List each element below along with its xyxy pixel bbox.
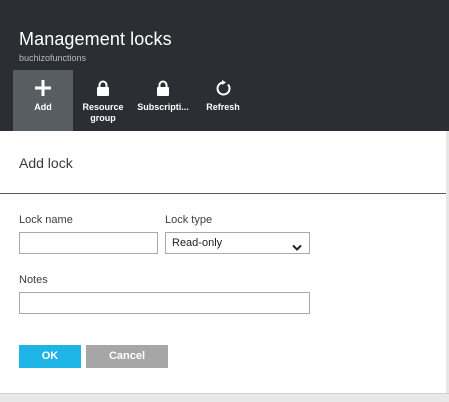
- resource-group-command-label-2: group: [90, 113, 116, 123]
- panel-title: Add lock: [19, 155, 73, 171]
- blade-header: Management locks buchizofunctions Add Re…: [0, 0, 449, 131]
- blade-title: Management locks: [19, 29, 172, 49]
- add-lock-panel: Add lock Lock name Lock type Read-only N…: [0, 131, 449, 393]
- lock-type-label: Lock type: [165, 214, 213, 226]
- cancel-button[interactable]: Cancel: [86, 345, 168, 368]
- lock-type-value: Read-only: [172, 237, 223, 249]
- divider: [0, 193, 449, 194]
- blade-subtitle: buchizofunctions: [19, 53, 87, 63]
- refresh-command-label: Refresh: [206, 102, 240, 112]
- scroll-area: [0, 393, 449, 402]
- lock-name-label: Lock name: [19, 214, 73, 226]
- refresh-command-button[interactable]: Refresh: [193, 70, 253, 131]
- add-command-button[interactable]: Add: [13, 70, 73, 131]
- lock-name-input[interactable]: [19, 232, 158, 254]
- resource-group-command-button[interactable]: Resource group: [73, 70, 133, 131]
- chevron-down-icon: [292, 239, 302, 259]
- subscription-command-button[interactable]: Subscripti...: [133, 70, 193, 131]
- notes-label: Notes: [19, 274, 48, 286]
- notes-input[interactable]: [19, 292, 310, 314]
- ok-button[interactable]: OK: [19, 345, 81, 368]
- resource-group-command-label: Resource: [82, 102, 124, 112]
- plus-icon: [13, 80, 73, 98]
- lock-icon: [133, 80, 193, 98]
- subscription-command-label: Subscripti...: [137, 102, 189, 112]
- lock-type-select[interactable]: Read-only: [165, 232, 310, 254]
- add-command-label: Add: [34, 102, 52, 112]
- refresh-icon: [193, 80, 253, 98]
- lock-icon: [73, 80, 133, 98]
